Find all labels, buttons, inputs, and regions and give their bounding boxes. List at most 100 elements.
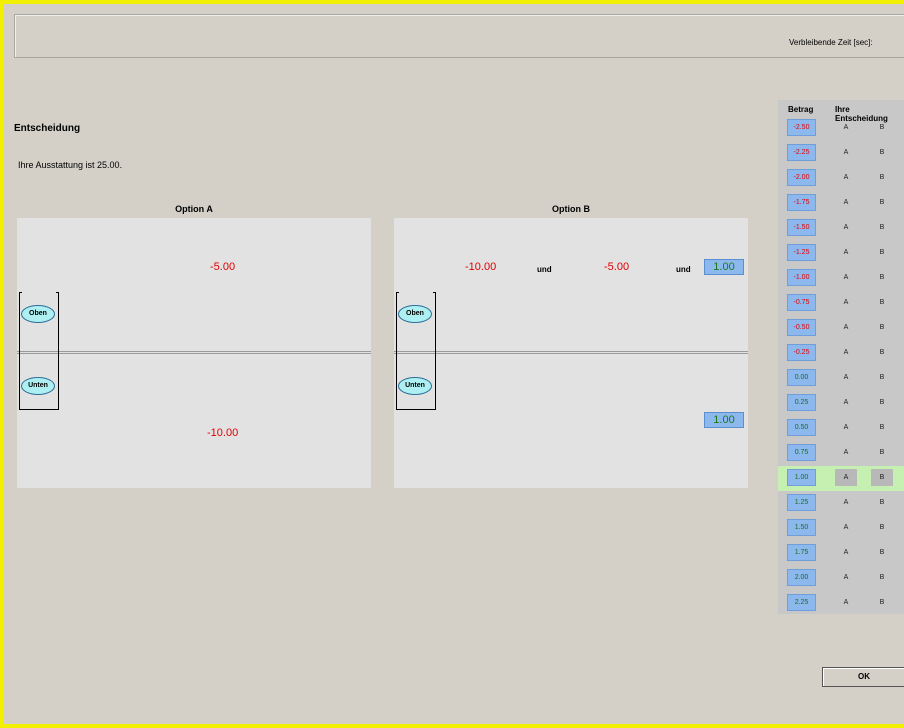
option-b-title: Option B [552, 204, 590, 214]
choice-a-button[interactable]: A [835, 244, 857, 261]
page-title: Entscheidung [14, 123, 81, 134]
choice-a-button[interactable]: A [835, 119, 857, 136]
choice-a-button[interactable]: A [835, 144, 857, 161]
table-row: 1.50 A B [778, 516, 904, 541]
amount-badge: 0.75 [787, 444, 816, 461]
choice-a-button[interactable]: A [835, 469, 857, 486]
table-row: 0.25 A B [778, 391, 904, 416]
choice-b-button[interactable]: B [871, 594, 893, 611]
urn-wall-right [435, 292, 436, 410]
amount-badge: 1.50 [787, 519, 816, 536]
choice-b-button[interactable]: B [871, 344, 893, 361]
table-row: -0.25 A B [778, 341, 904, 366]
option-b-divider [394, 351, 748, 354]
urn-wall-left [19, 292, 20, 410]
table-row: -2.25 A B [778, 141, 904, 166]
table-row: -0.75 A B [778, 291, 904, 316]
choice-b-button[interactable]: B [871, 194, 893, 211]
urn-wall-left [396, 292, 397, 410]
table-row: 2.00 A B [778, 566, 904, 591]
choice-a-button[interactable]: A [835, 444, 857, 461]
header-bar [14, 14, 904, 58]
choice-b-button[interactable]: B [871, 319, 893, 336]
choice-b-button[interactable]: B [871, 544, 893, 561]
choice-a-button[interactable]: A [835, 594, 857, 611]
choice-a-button[interactable]: A [835, 194, 857, 211]
amount-badge: -1.75 [787, 194, 816, 211]
table-row: 0.50 A B [778, 416, 904, 441]
choice-b-button[interactable]: B [871, 219, 893, 236]
urn-wall-right [58, 292, 59, 410]
table-row: 2.25 A B [778, 591, 904, 616]
col-header-betrag: Betrag [788, 105, 814, 114]
option-b-bottom-amount-box: 1.00 [704, 412, 744, 428]
amount-badge: -0.25 [787, 344, 816, 361]
option-a-panel: Oben Unten -5.00 -10.00 [17, 218, 371, 488]
table-row: -2.00 A B [778, 166, 904, 191]
table-row: -1.00 A B [778, 266, 904, 291]
choice-a-button[interactable]: A [835, 294, 857, 311]
choice-a-button[interactable]: A [835, 419, 857, 436]
choice-b-button[interactable]: B [871, 294, 893, 311]
option-b-value-2: -5.00 [604, 261, 630, 273]
table-row: 0.00 A B [778, 366, 904, 391]
choice-b-button[interactable]: B [871, 119, 893, 136]
table-row: -1.25 A B [778, 241, 904, 266]
ball-unten: Unten [21, 377, 55, 395]
urn-bottom [19, 409, 59, 410]
choice-b-button[interactable]: B [871, 244, 893, 261]
choice-a-button[interactable]: A [835, 169, 857, 186]
amount-badge: 2.00 [787, 569, 816, 586]
choice-b-button[interactable]: B [871, 269, 893, 286]
amount-badge: -2.00 [787, 169, 816, 186]
option-a-divider [17, 351, 371, 354]
choice-a-button[interactable]: A [835, 494, 857, 511]
choice-b-button[interactable]: B [871, 419, 893, 436]
endowment-text: Ihre Ausstattung ist 25.00. [18, 160, 123, 170]
decision-table: Betrag Ihre Entscheidung -2.50 A B -2.25 A B -… [778, 100, 904, 614]
choice-b-button[interactable]: B [871, 469, 893, 486]
urn-bottom [396, 409, 436, 410]
choice-a-button[interactable]: A [835, 269, 857, 286]
choice-b-button[interactable]: B [871, 169, 893, 186]
option-a-title: Option A [175, 204, 213, 214]
choice-a-button[interactable]: A [835, 369, 857, 386]
table-row: 1.75 A B [778, 541, 904, 566]
amount-badge: -2.50 [787, 119, 816, 136]
amount-badge: 1.25 [787, 494, 816, 511]
amount-badge: -0.75 [787, 294, 816, 311]
ok-button[interactable]: OK [822, 667, 904, 687]
table-row: -0.50 A B [778, 316, 904, 341]
choice-b-button[interactable]: B [871, 569, 893, 586]
amount-badge: 0.00 [787, 369, 816, 386]
choice-b-button[interactable]: B [871, 394, 893, 411]
choice-b-button[interactable]: B [871, 494, 893, 511]
table-row: -1.50 A B [778, 216, 904, 241]
window-frame-bottom [0, 724, 904, 728]
amount-badge: 0.25 [787, 394, 816, 411]
choice-b-button[interactable]: B [871, 369, 893, 386]
amount-badge: 1.00 [787, 469, 816, 486]
option-b-panel: Oben Unten -10.00 und -5.00 und 1.00 1.0… [394, 218, 748, 488]
table-row: 1.25 A B [778, 491, 904, 516]
choice-b-button[interactable]: B [871, 519, 893, 536]
choice-a-button[interactable]: A [835, 569, 857, 586]
option-a-bottom-value: -10.00 [207, 427, 239, 439]
ball-oben: Oben [398, 305, 432, 323]
option-a-top-value: -5.00 [210, 261, 236, 273]
choice-a-button[interactable]: A [835, 219, 857, 236]
table-row: -2.50 A B [778, 116, 904, 141]
und-label: und [537, 265, 552, 274]
option-b-value-1: -10.00 [465, 261, 497, 273]
table-row: 0.75 A B [778, 441, 904, 466]
choice-a-button[interactable]: A [835, 319, 857, 336]
option-b-top-amount-box: 1.00 [704, 259, 744, 275]
choice-a-button[interactable]: A [835, 519, 857, 536]
choice-a-button[interactable]: A [835, 394, 857, 411]
choice-b-button[interactable]: B [871, 444, 893, 461]
und-label: und [676, 265, 691, 274]
choice-b-button[interactable]: B [871, 144, 893, 161]
amount-badge: 2.25 [787, 594, 816, 611]
choice-a-button[interactable]: A [835, 344, 857, 361]
choice-a-button[interactable]: A [835, 544, 857, 561]
